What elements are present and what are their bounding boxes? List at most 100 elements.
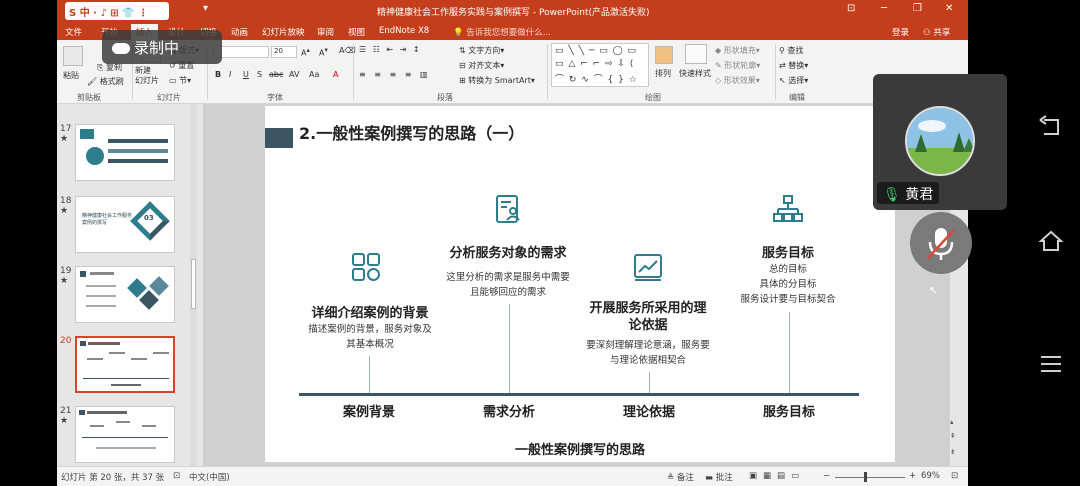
axis-label-theory[interactable]: 理论依据	[589, 401, 709, 420]
prev-slide-icon[interactable]: ⇞	[950, 432, 956, 440]
slide-thumbnail-17[interactable]	[75, 124, 175, 181]
col-desc-goals[interactable]: 总的目标 具体的分目标 服务设计要与目标契合	[703, 262, 873, 307]
tab-view[interactable]: 视图	[348, 26, 365, 38]
home-icon[interactable]	[1038, 228, 1064, 254]
participant-video-tile[interactable]: 🎙 黄君	[873, 74, 1007, 210]
char-spacing-button[interactable]: AV	[289, 70, 299, 79]
recording-label: 录制中	[134, 39, 180, 57]
notes-button[interactable]: ≜ 备注	[667, 471, 694, 483]
shape-outline-button[interactable]: ✎ 形状轮廓▾	[715, 60, 760, 71]
shape-outline-label: 形状轮廓	[724, 61, 757, 70]
shape-effects-button[interactable]: ◇ 形状效果▾	[715, 75, 760, 86]
view-buttons[interactable]: ▣▦▤▭	[749, 471, 805, 481]
zoom-level[interactable]: 69%	[921, 471, 940, 481]
col-title-needs[interactable]: 分析服务对象的需求	[433, 242, 583, 261]
quick-styles-button[interactable]: 快速样式	[679, 68, 711, 79]
quick-styles-icon[interactable]	[685, 44, 707, 64]
thumb-decoration	[109, 352, 125, 354]
slide-subtitle[interactable]: 一般性案例撰写的思路	[265, 439, 895, 458]
col-title-background[interactable]: 详细介绍案例的背景	[295, 302, 445, 321]
underline-button[interactable]: U	[243, 70, 249, 79]
axis-label-goals[interactable]: 服务目标	[729, 401, 849, 420]
axis-label-needs[interactable]: 需求分析	[449, 401, 569, 420]
new-slide-button[interactable]: 新建 幻灯片	[135, 66, 159, 86]
font-color-button[interactable]: A	[333, 70, 338, 79]
zoom-slider-track[interactable]	[835, 477, 905, 478]
arrange-button[interactable]: 排列	[655, 68, 671, 79]
replace-button[interactable]: ⇄ 替换▾	[779, 60, 808, 71]
recording-indicator[interactable]: 录制中	[102, 30, 222, 64]
grow-font-button[interactable]: A▴	[301, 46, 310, 58]
section-button[interactable]: ▭ 节▾	[169, 75, 191, 86]
scrollbar-thumb[interactable]	[191, 259, 196, 309]
align-text-button[interactable]: ⊟ 对齐文本▾	[459, 60, 504, 71]
back-icon[interactable]	[1038, 114, 1064, 140]
tab-file[interactable]: 文件	[65, 26, 82, 38]
connector-line	[649, 372, 650, 394]
zoom-in-icon[interactable]: +	[909, 471, 916, 481]
col-desc-theory[interactable]: 要深刻理解理论意涵，服务要 与理论依据相契合	[563, 338, 733, 368]
quick-access-more-icon[interactable]: ▾	[203, 3, 208, 14]
align-buttons[interactable]: ≡ ≡ ≡ ≡ ▥	[359, 70, 431, 79]
italic-button[interactable]: I	[229, 70, 231, 79]
tab-animations[interactable]: 动画	[231, 26, 248, 38]
col-desc-background[interactable]: 描述案例的背景，服务对象及 其基本概况	[285, 322, 455, 352]
zoom-out-icon[interactable]: −	[823, 471, 830, 481]
login-link[interactable]: 登录	[892, 26, 909, 38]
slide-thumbnail-19[interactable]	[75, 266, 175, 323]
slide-thumbnail-20[interactable]	[75, 336, 175, 393]
bold-button[interactable]: B	[215, 70, 221, 79]
fit-to-window-icon[interactable]: ⊡	[951, 471, 958, 481]
shape-fill-button[interactable]: ◆ 形状填充▾	[715, 45, 760, 56]
font-size-box[interactable]: 20	[271, 46, 297, 58]
shadow-button[interactable]: S	[257, 70, 262, 79]
slide-title[interactable]: 2.一般性案例撰写的思路（一）	[299, 120, 524, 144]
current-slide[interactable]: 2.一般性案例撰写的思路（一） 详细介绍案例的背景 描述案例的背景，服务对象及 …	[265, 106, 895, 462]
col-title-theory[interactable]: 开展服务所采用的理 论依据	[573, 300, 723, 334]
close-icon[interactable]: ✕	[945, 3, 953, 14]
menu-icon[interactable]	[1038, 351, 1064, 377]
smartart-button[interactable]: ⊞ 转换为 SmartArt▾	[459, 75, 535, 86]
list-buttons[interactable]: ☰ ☷ ⇤ ⇥ ↕	[359, 45, 422, 54]
ime-toolbar[interactable]: S 中 · ♪ ⊞ 👕 ⋮	[65, 2, 169, 20]
spellcheck-icon[interactable]: ⊡	[173, 471, 180, 481]
paste-icon[interactable]	[63, 46, 83, 66]
select-label: 选择	[788, 76, 805, 85]
comments-button[interactable]: ▬ 批注	[705, 471, 733, 483]
thumb-decoration	[116, 421, 130, 423]
ribbon-display-icon[interactable]: ⊡	[847, 3, 855, 14]
shapes-gallery[interactable]: ▭ ╲ ╲ ─ ▭ ◯ ▭ ▭ △ ⌐ ⌐ ⇨ ⇩ ⟨ ⌒ ↻ ∿ ⌒ { } …	[551, 43, 649, 87]
thumb-decoration	[86, 285, 116, 287]
tab-review[interactable]: 审阅	[317, 26, 334, 38]
share-button[interactable]: ⚇ 共享	[923, 26, 950, 38]
thumb-number: 19 ★	[60, 266, 71, 286]
slide-thumbnail-21[interactable]	[75, 406, 175, 463]
mute-mic-button[interactable]	[910, 212, 972, 274]
change-case-button[interactable]: Aa	[309, 70, 319, 79]
col-desc-needs[interactable]: 这里分析的需求是服务中需要 且能够回应的需求	[423, 270, 593, 300]
thumb-decoration	[108, 159, 168, 163]
scroll-up-icon[interactable]: ▴	[950, 418, 954, 426]
tab-endnote[interactable]: EndNote X8	[379, 26, 429, 36]
find-button[interactable]: ⚲ 查找	[779, 45, 803, 56]
select-button[interactable]: ↖ 选择▾	[779, 75, 808, 86]
text-direction-button[interactable]: ⇅ 文字方向▾	[459, 45, 504, 56]
next-slide-icon[interactable]: ⇟	[950, 448, 956, 456]
format-painter-button[interactable]: 🖌 格式刷	[87, 76, 124, 87]
slide-thumbnail-18[interactable]: 精神健康社会工作服务案例的撰写 03	[75, 196, 175, 253]
arrange-icon[interactable]	[655, 46, 673, 64]
restore-icon[interactable]: ❐	[913, 3, 922, 14]
language-status[interactable]: 中文(中国)	[189, 471, 230, 483]
tell-me-box[interactable]: 💡 告诉我您想要做什么...	[453, 26, 551, 38]
strikethrough-button[interactable]: abc	[269, 70, 283, 79]
axis-label-background[interactable]: 案例背景	[309, 401, 429, 420]
slide-info: 幻灯片 第 20 张，共 37 张	[61, 473, 165, 483]
shrink-font-button[interactable]: A▾	[319, 46, 328, 58]
minimize-icon[interactable]: ─	[881, 3, 887, 14]
tab-slideshow[interactable]: 幻灯片放映	[262, 26, 305, 38]
thumbnail-scrollbar[interactable]	[190, 104, 197, 466]
zoom-slider-thumb[interactable]	[864, 472, 867, 482]
paste-button[interactable]: 粘贴	[63, 70, 79, 81]
col-title-goals[interactable]: 服务目标	[713, 242, 863, 261]
comment-icon: ▬	[705, 473, 714, 483]
